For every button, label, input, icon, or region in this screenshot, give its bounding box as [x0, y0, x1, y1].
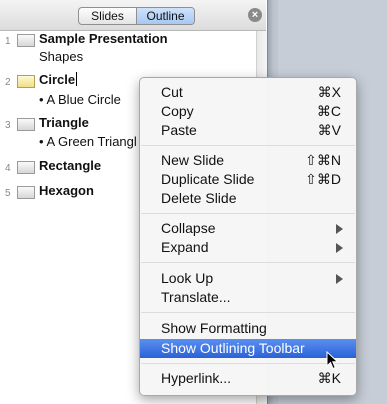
menu-item-show-formatting[interactable]: Show Formatting: [140, 319, 356, 338]
menu-separator: [141, 312, 355, 313]
menu-item-collapse[interactable]: Collapse: [140, 219, 356, 238]
menu-item-shortcut: ⌘X: [317, 84, 341, 100]
context-menu: Cut ⌘X Copy ⌘C Paste ⌘V New Slide ⇧⌘N Du…: [139, 77, 357, 396]
tab-outline[interactable]: Outline: [136, 8, 194, 24]
menu-item-shortcut: ⇧⌘N: [305, 152, 341, 168]
slide-title-text: Circle: [39, 72, 76, 87]
menu-separator: [141, 363, 355, 364]
menu-item-label: Translate...: [161, 289, 231, 305]
submenu-arrow-icon: [336, 274, 343, 284]
slide-thumbnail-icon: [17, 75, 35, 88]
menu-item-label: Look Up: [161, 270, 214, 286]
menu-item-shortcut: ⌘C: [316, 103, 341, 119]
view-segmented-control: Slides Outline: [78, 7, 195, 25]
menu-item-duplicate-slide[interactable]: Duplicate Slide ⇧⌘D: [140, 170, 356, 189]
menu-item-label: Delete Slide: [161, 190, 237, 206]
menu-item-look-up[interactable]: Look Up: [140, 269, 356, 288]
menu-item-translate[interactable]: Translate...: [140, 288, 356, 307]
slide-thumbnail-icon: [17, 34, 35, 47]
tab-slides[interactable]: Slides: [79, 8, 136, 24]
slide-title[interactable]: Triangle: [39, 115, 89, 130]
menu-item-new-slide[interactable]: New Slide ⇧⌘N: [140, 151, 356, 170]
menu-item-copy[interactable]: Copy ⌘C: [140, 102, 356, 121]
menu-item-paste[interactable]: Paste ⌘V: [140, 121, 356, 140]
bullet-item[interactable]: • A Green Triangl: [39, 134, 139, 149]
menu-separator: [141, 145, 355, 146]
menu-item-label: Paste: [161, 122, 197, 138]
slide-title[interactable]: Circle: [39, 72, 78, 87]
slide-number: 1: [5, 36, 11, 47]
bullet-item[interactable]: • A Blue Circle: [39, 92, 121, 107]
slide-title[interactable]: Hexagon: [39, 183, 94, 198]
menu-item-hyperlink[interactable]: Hyperlink... ⌘K: [140, 369, 356, 388]
slide-number: 3: [5, 120, 11, 131]
menu-item-expand[interactable]: Expand: [140, 238, 356, 257]
menu-separator: [141, 262, 355, 263]
menu-separator: [141, 213, 355, 214]
slide-number: 2: [5, 77, 11, 88]
mouse-pointer-icon: [326, 351, 339, 370]
menu-item-label: Expand: [161, 239, 209, 255]
slide-thumbnail-icon: [17, 186, 35, 199]
menu-item-cut[interactable]: Cut ⌘X: [140, 83, 356, 102]
menu-item-label: Duplicate Slide: [161, 171, 255, 187]
submenu-arrow-icon: [336, 243, 343, 253]
menu-item-shortcut: ⌘V: [317, 122, 341, 138]
menu-item-delete-slide[interactable]: Delete Slide: [140, 189, 356, 208]
menu-item-label: Copy: [161, 103, 194, 119]
menu-item-label: Show Outlining Toolbar: [161, 340, 305, 356]
menu-item-show-outlining-toolbar[interactable]: Show Outlining Toolbar: [140, 339, 356, 358]
pane-toolbar: Slides Outline ×: [0, 0, 266, 31]
menu-item-shortcut: ⌘K: [317, 370, 341, 386]
slide-thumbnail-icon: [17, 118, 35, 131]
text-caret: [76, 72, 78, 86]
close-icon[interactable]: ×: [248, 8, 262, 22]
menu-item-label: Cut: [161, 84, 183, 100]
slide-thumbnail-icon: [17, 161, 35, 174]
submenu-arrow-icon: [336, 224, 343, 234]
slide-subtitle[interactable]: Shapes: [39, 49, 83, 64]
menu-item-shortcut: ⇧⌘D: [305, 171, 341, 187]
menu-item-label: Collapse: [161, 220, 216, 236]
menu-item-label: Show Formatting: [161, 320, 267, 336]
slide-number: 5: [5, 188, 11, 199]
menu-item-label: Hyperlink...: [161, 370, 232, 386]
menu-item-label: New Slide: [161, 152, 225, 168]
slide-title[interactable]: Rectangle: [39, 158, 101, 173]
slide-number: 4: [5, 163, 11, 174]
slide-title[interactable]: Sample Presentation: [39, 31, 168, 46]
